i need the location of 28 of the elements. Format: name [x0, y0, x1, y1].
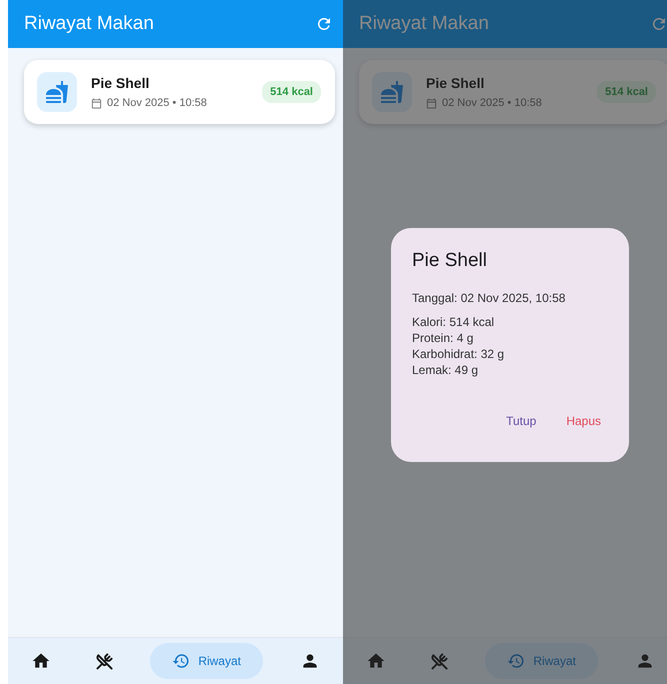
calorie-badge: 514 kcal	[597, 81, 656, 103]
meal-card[interactable]: Pie Shell 02 Nov 2025 • 10:58 514 kcal	[359, 60, 667, 124]
meal-name: Pie Shell	[426, 75, 486, 91]
fastfood-icon	[37, 72, 77, 112]
dialog-button[interactable]: Tutup	[498, 410, 544, 432]
calendar-icon	[91, 98, 102, 108]
calendar-icon	[426, 98, 437, 108]
app-title: Riwayat Makan	[24, 13, 154, 35]
app-title: Riwayat Makan	[359, 13, 489, 35]
nutrition-line: Lemak: 49 g	[412, 362, 480, 378]
refresh-icon[interactable]	[315, 15, 333, 33]
calorie-badge: 514 kcal	[262, 81, 321, 103]
fastfood-icon	[372, 72, 412, 112]
utensils-icon	[96, 652, 113, 670]
nutrition-line: Kalori: 514 kcal	[412, 314, 496, 330]
meal-card[interactable]: Pie Shell 02 Nov 2025 • 10:58 514 kcal	[24, 60, 335, 124]
dialog-button[interactable]: Hapus	[558, 410, 609, 432]
history-icon	[507, 652, 526, 670]
nutrition-line: Protein: 4 g	[412, 330, 474, 346]
meal-date: 02 Nov 2025 • 10:58	[107, 97, 207, 109]
dialog-date: Tanggal: 02 Nov 2025, 10:58	[412, 290, 566, 306]
dialog-title: Pie Shell	[412, 250, 488, 272]
utensils-icon	[430, 652, 448, 670]
meal-date: 02 Nov 2025 • 10:58	[442, 97, 542, 109]
nutrition-line: Karbohidrat: 32 g	[412, 346, 506, 362]
meal-name: Pie Shell	[91, 75, 150, 91]
history-icon	[172, 652, 190, 670]
nav-tab[interactable]: Riwayat	[150, 643, 263, 679]
